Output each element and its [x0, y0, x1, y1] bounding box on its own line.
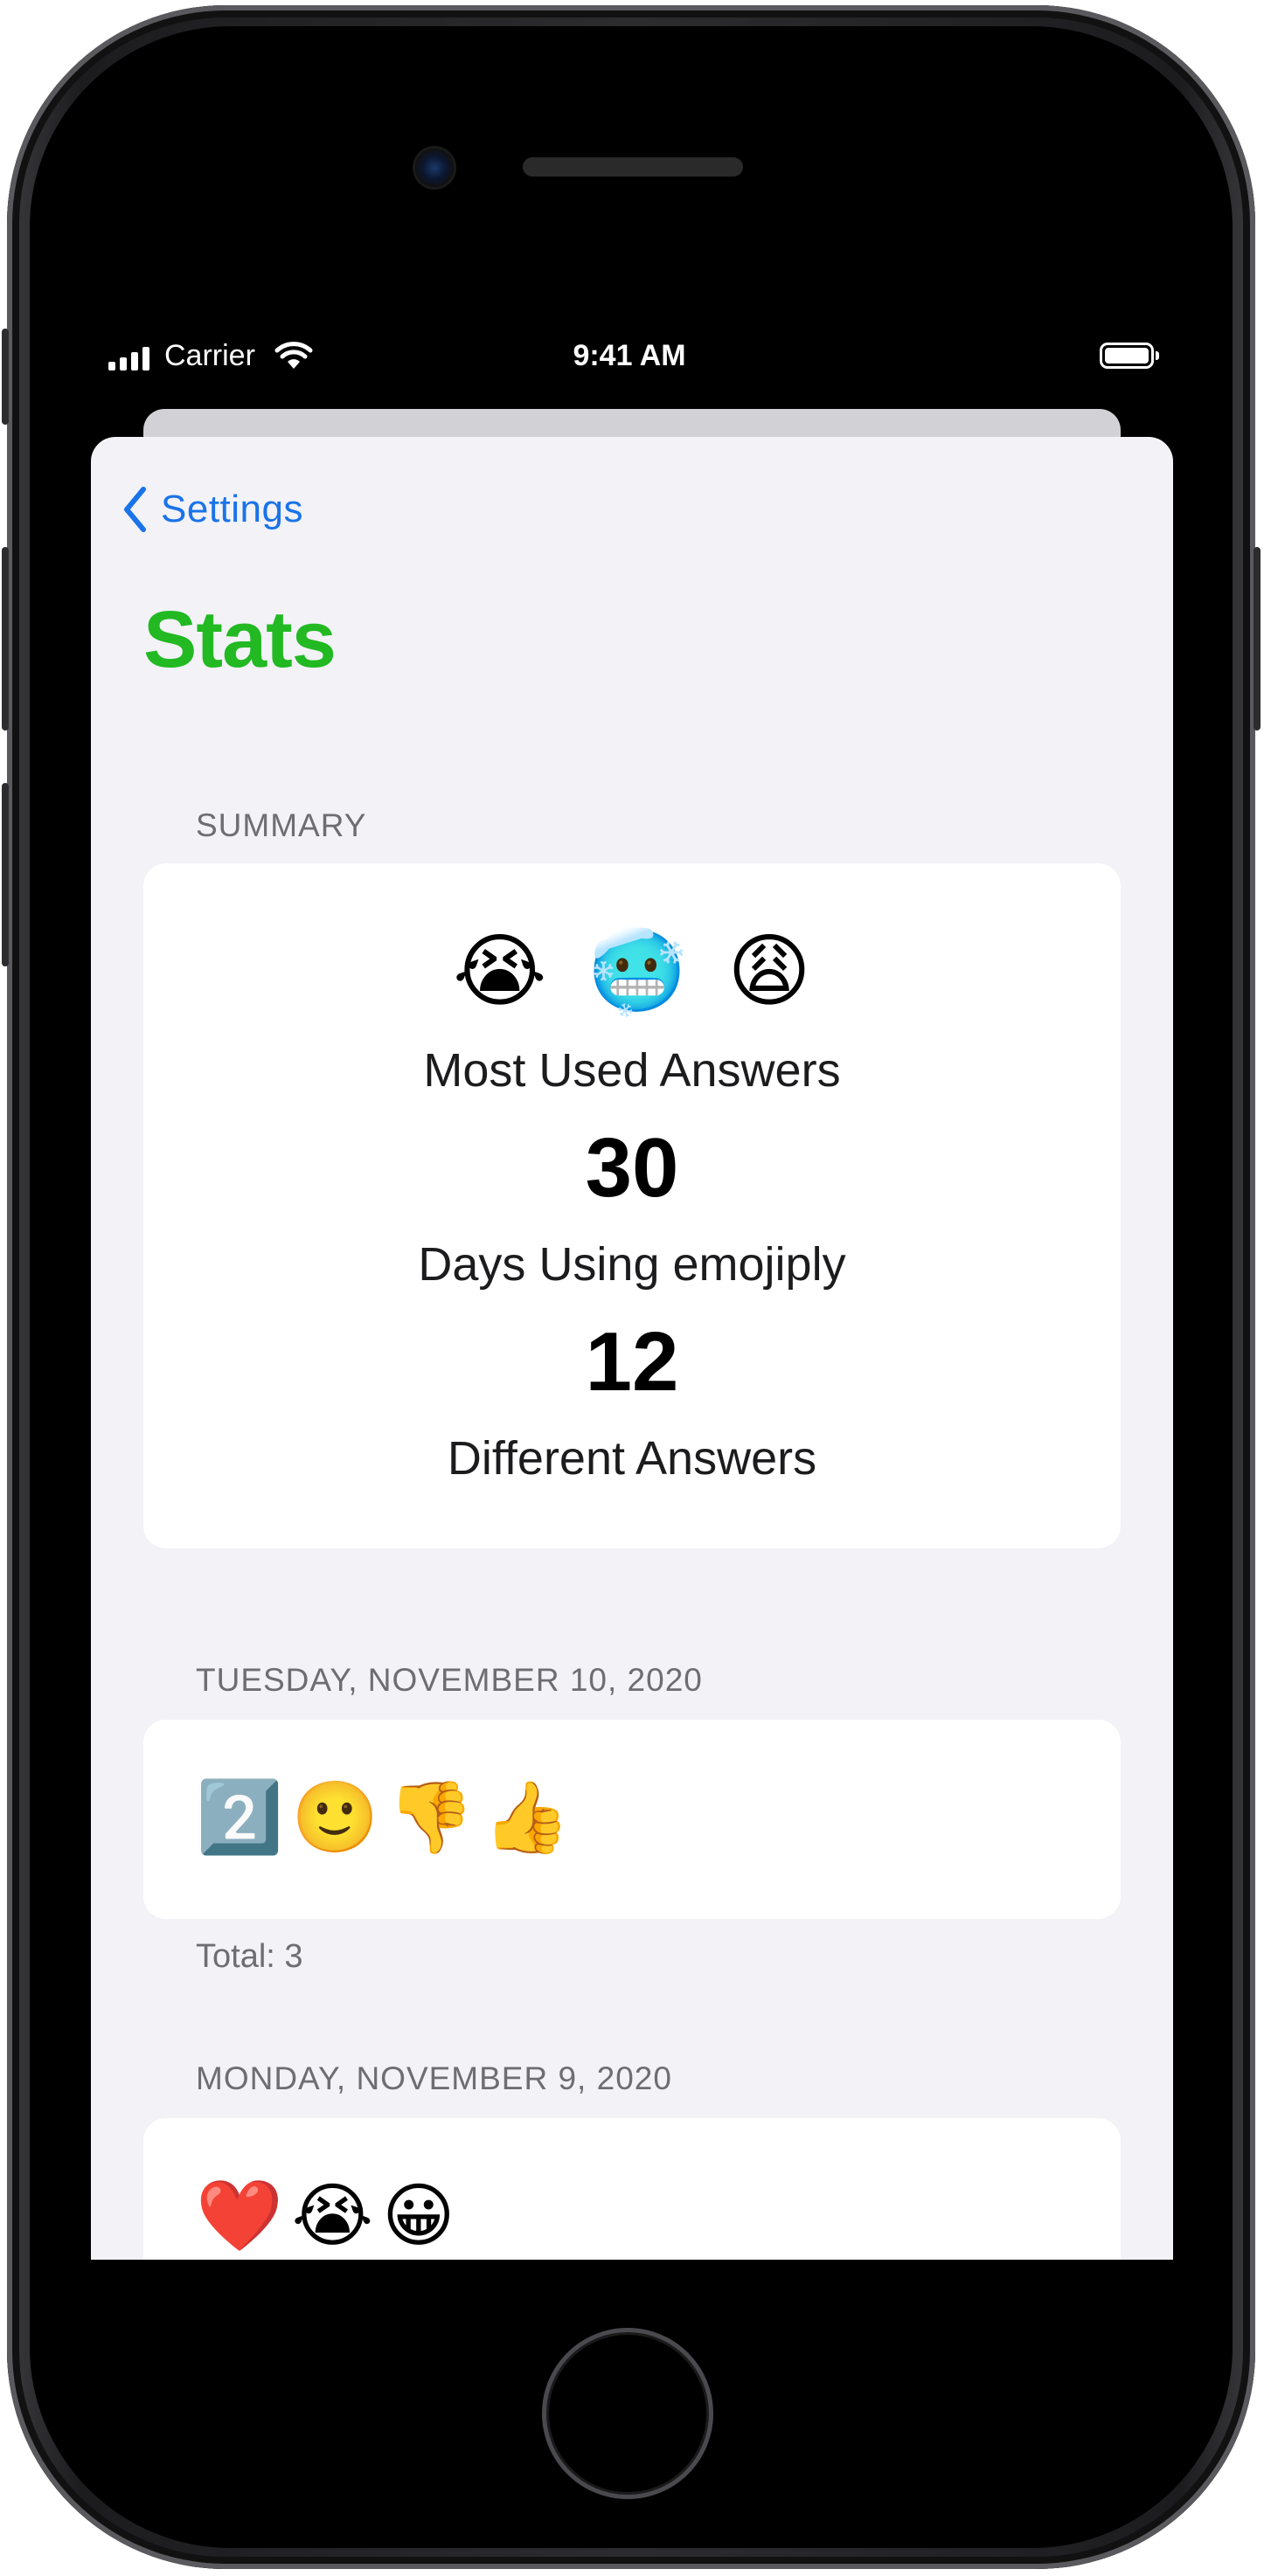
answer-emoji: ❤️	[196, 2177, 283, 2254]
answers-label: Different Answers	[447, 1432, 817, 1485]
answer-emoji: 2️⃣	[196, 1778, 283, 1856]
front-camera	[415, 149, 454, 187]
answer-emoji: 👍	[483, 1778, 571, 1856]
battery-icon	[1100, 343, 1159, 369]
back-button-label: Settings	[161, 488, 303, 530]
summary-section-header: SUMMARY	[196, 807, 367, 843]
back-button[interactable]: Settings	[122, 481, 303, 538]
status-bar: Carrier 9:41 AM	[91, 332, 1168, 384]
day-total: Total: 3	[196, 1938, 303, 1975]
day-section-header: MONDAY, NOVEMBER 9, 2020	[196, 2060, 672, 2096]
summary-card: 😭 🥶 😩 Most Used Answers 30 Days Using em…	[143, 863, 1121, 1548]
earpiece-speaker	[523, 157, 743, 177]
answer-emoji: 😀	[382, 2177, 455, 2254]
power-button	[1254, 547, 1261, 731]
day-card: ❤️ 😭 😀	[143, 2118, 1121, 2260]
home-button[interactable]	[542, 2328, 713, 2499]
stats-screen: Settings Stats SUMMARY 😭 🥶 😩 Most Used A…	[91, 437, 1173, 2260]
days-label: Days Using emojiply	[418, 1238, 846, 1291]
status-time: 9:41 AM	[573, 339, 686, 372]
day-section-header: TUESDAY, NOVEMBER 10, 2020	[196, 1662, 703, 1698]
chevron-left-icon	[122, 486, 147, 533]
mute-switch	[2, 329, 9, 425]
answer-emoji: 🙂	[291, 1778, 379, 1856]
volume-down-button	[2, 783, 9, 966]
most-used-emoji: 🥶	[587, 927, 688, 1016]
most-used-label: Most Used Answers	[423, 1044, 841, 1097]
day-emoji-row: 2️⃣ 🙂 👎 👍	[196, 1774, 570, 1861]
answer-emoji: 😭	[291, 2177, 374, 2254]
volume-up-button	[2, 547, 9, 731]
most-used-emoji: 😩	[727, 927, 811, 1016]
days-count: 30	[585, 1121, 679, 1215]
day-card: 2️⃣ 🙂 👎 👍	[143, 1720, 1121, 1919]
most-used-emojis: 😭 🥶 😩	[143, 928, 1121, 1015]
day-emoji-row: ❤️ 😭 😀	[196, 2172, 455, 2260]
page-title: Stats	[143, 595, 337, 684]
answers-count: 12	[585, 1315, 679, 1409]
most-used-emoji: 😭	[453, 927, 547, 1016]
answer-emoji: 👎	[387, 1778, 475, 1856]
